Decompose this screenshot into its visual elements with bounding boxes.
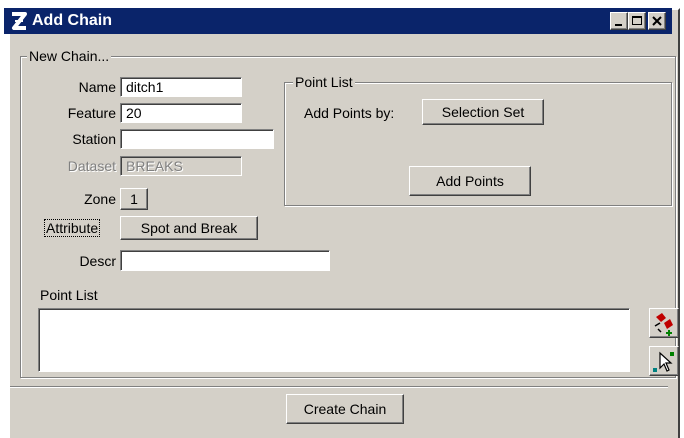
select-pointer-tool-button[interactable] [649,346,679,376]
maximize-button[interactable] [628,12,646,30]
footer-separator [10,386,668,388]
attribute-label[interactable]: Attribute [43,219,101,237]
zone-button[interactable]: 1 [120,188,148,210]
add-points-button[interactable]: Add Points [409,166,531,196]
descr-field[interactable] [120,250,330,271]
minimize-icon [615,24,622,26]
minimize-button[interactable] [610,12,628,30]
station-field[interactable] [120,129,274,149]
station-label: Station [72,131,116,147]
add-points-icon [654,313,673,336]
feature-field[interactable]: 20 [120,103,242,123]
descr-label: Descr [79,253,116,269]
dataset-field: BREAKS [120,156,242,176]
add-points-by-label: Add Points by: [304,105,395,121]
dataset-label: Dataset [67,158,116,174]
close-button[interactable] [648,12,666,30]
window-title: Add Chain [32,12,112,29]
attribute-button[interactable]: Spot and Break [120,216,258,240]
select-pointer-icon [653,351,674,372]
point-list-box[interactable] [38,308,630,372]
title-bar[interactable]: Add Chain [4,8,672,34]
create-chain-button[interactable]: Create Chain [286,394,404,424]
point-list-label: Point List [40,287,98,303]
maximize-icon [632,16,642,25]
zone-label: Zone [84,191,116,207]
point-list-group-legend: Point List [293,74,355,90]
name-field[interactable]: ditch1 [120,77,242,97]
add-points-tool-button[interactable] [649,308,679,338]
geopak-logo-icon [9,10,29,32]
new-chain-legend: New Chain... [27,48,112,64]
name-label: Name [78,79,116,95]
close-icon [652,16,662,26]
feature-label: Feature [67,105,116,121]
add-points-by-button[interactable]: Selection Set [422,99,544,125]
